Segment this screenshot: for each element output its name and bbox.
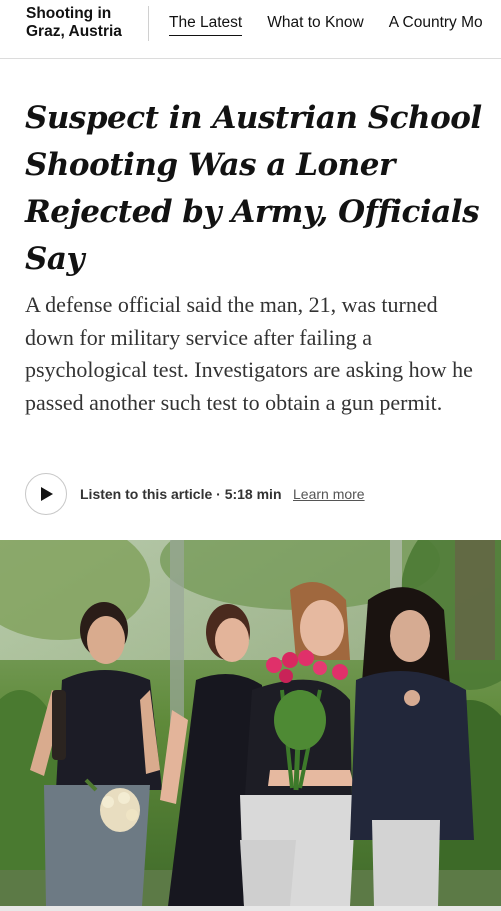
article-headline: Suspect in Austrian School Shooting Was … — [25, 100, 482, 277]
play-button[interactable] — [25, 473, 67, 515]
photo-illustration — [0, 540, 501, 906]
listen-to-article: Listen to this article · 5:18 min Learn … — [25, 473, 485, 515]
tab-what-to-know[interactable]: What to Know — [267, 14, 364, 35]
article-hero-photo[interactable] — [0, 540, 501, 906]
header-divider — [148, 6, 149, 41]
listen-label: Listen to this article · 5:18 min — [80, 486, 282, 502]
learn-more-link[interactable]: Learn more — [293, 486, 365, 502]
tab-a-country-mourns[interactable]: A Country Mo — [389, 14, 483, 35]
section-title[interactable]: Shooting in Graz, Austria — [26, 5, 138, 41]
play-icon — [41, 487, 53, 501]
article-summary: A defense official said the man, 21, was… — [25, 292, 473, 415]
tab-the-latest[interactable]: The Latest — [169, 14, 243, 36]
section-tabs: The Latest What to Know A Country Mo — [169, 14, 501, 36]
section-header-bar: Shooting in Graz, Austria The Latest What… — [0, 0, 501, 59]
bottom-separator — [0, 906, 501, 911]
